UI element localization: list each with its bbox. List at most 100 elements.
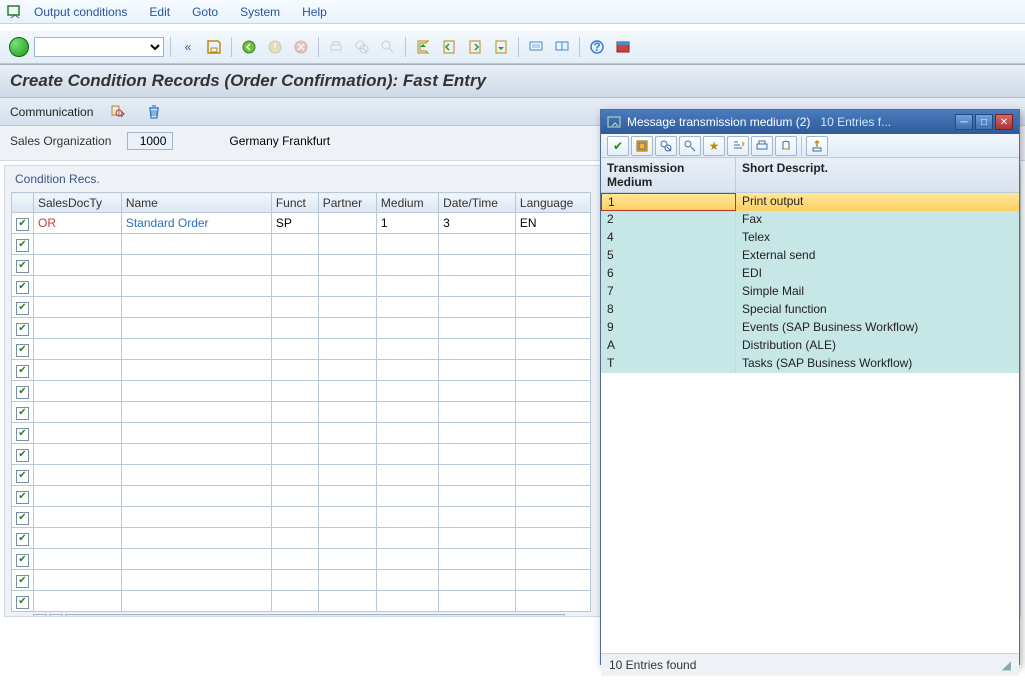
- cell-name[interactable]: Standard Order: [121, 213, 271, 234]
- prev-page-icon[interactable]: [438, 36, 460, 58]
- okcode-select[interactable]: [34, 37, 164, 57]
- back-button[interactable]: [238, 36, 260, 58]
- condition-grid[interactable]: SalesDocTy Name Funct Partner Medium Dat…: [11, 192, 591, 612]
- popup-favorite-icon[interactable]: ★: [703, 136, 725, 156]
- menu-edit[interactable]: Edit: [149, 5, 170, 19]
- table-row[interactable]: [12, 423, 591, 444]
- popup-close-button[interactable]: ✕: [995, 114, 1013, 130]
- next-page-icon[interactable]: [464, 36, 486, 58]
- table-row[interactable]: [12, 507, 591, 528]
- last-page-icon[interactable]: [490, 36, 512, 58]
- save-icon[interactable]: [203, 36, 225, 58]
- row-check[interactable]: [12, 297, 34, 318]
- menu-goto[interactable]: Goto: [192, 5, 218, 19]
- detail-icon[interactable]: [107, 101, 129, 123]
- row-check[interactable]: [12, 591, 34, 612]
- table-row[interactable]: ORStandard OrderSP 13EN: [12, 213, 591, 234]
- enter-button[interactable]: [8, 36, 30, 58]
- cell-datetime[interactable]: 3: [439, 213, 516, 234]
- row-check[interactable]: [12, 234, 34, 255]
- col-datetime[interactable]: Date/Time: [439, 193, 516, 213]
- help-icon[interactable]: ?: [586, 36, 608, 58]
- popup-find-icon[interactable]: [655, 136, 677, 156]
- cell-medium[interactable]: 1: [376, 213, 438, 234]
- create-shortcut-icon[interactable]: [551, 36, 573, 58]
- popup-row[interactable]: 6EDI: [601, 265, 1019, 283]
- table-row[interactable]: [12, 465, 591, 486]
- popup-row[interactable]: 1Print output: [601, 193, 1019, 211]
- popup-find-next-icon[interactable]: [679, 136, 701, 156]
- popup-row[interactable]: 8Special function: [601, 301, 1019, 319]
- popup-row[interactable]: 7Simple Mail: [601, 283, 1019, 301]
- row-check[interactable]: [12, 465, 34, 486]
- row-check[interactable]: [12, 276, 34, 297]
- row-check[interactable]: [12, 318, 34, 339]
- table-row[interactable]: [12, 339, 591, 360]
- row-check[interactable]: [12, 528, 34, 549]
- table-row[interactable]: [12, 360, 591, 381]
- popup-title-bar[interactable]: Message transmission medium (2) 10 Entri…: [601, 110, 1019, 134]
- table-row[interactable]: [12, 486, 591, 507]
- popup-row[interactable]: 9Events (SAP Business Workflow): [601, 319, 1019, 337]
- popup-print-icon[interactable]: [751, 136, 773, 156]
- row-check[interactable]: [12, 360, 34, 381]
- col-medium[interactable]: Medium: [376, 193, 438, 213]
- row-check[interactable]: [12, 255, 34, 276]
- popup-export-icon[interactable]: [775, 136, 797, 156]
- back-icon[interactable]: «: [177, 36, 199, 58]
- communication-button[interactable]: Communication: [10, 105, 93, 119]
- table-row[interactable]: [12, 528, 591, 549]
- table-row[interactable]: [12, 297, 591, 318]
- popup-row[interactable]: ADistribution (ALE): [601, 337, 1019, 355]
- popup-accept-icon[interactable]: ✔: [607, 136, 629, 156]
- delete-icon[interactable]: [143, 101, 165, 123]
- table-row[interactable]: [12, 234, 591, 255]
- table-row[interactable]: [12, 549, 591, 570]
- popup-col-medium[interactable]: Transmission Medium: [601, 158, 736, 192]
- row-check[interactable]: [12, 402, 34, 423]
- table-row[interactable]: [12, 318, 591, 339]
- menu-system[interactable]: System: [240, 5, 280, 19]
- row-check[interactable]: [12, 444, 34, 465]
- col-funct[interactable]: Funct: [271, 193, 318, 213]
- cell-partner[interactable]: [318, 213, 376, 234]
- sales-org-value[interactable]: 1000: [127, 132, 173, 150]
- popup-col-desc[interactable]: Short Descript.: [736, 158, 1019, 192]
- row-check[interactable]: [12, 423, 34, 444]
- popup-row[interactable]: 5External send: [601, 247, 1019, 265]
- popup-personal-icon[interactable]: [806, 136, 828, 156]
- popup-row[interactable]: TTasks (SAP Business Workflow): [601, 355, 1019, 373]
- col-name[interactable]: Name: [121, 193, 271, 213]
- row-check[interactable]: [12, 213, 34, 234]
- table-row[interactable]: [12, 255, 591, 276]
- popup-row[interactable]: 2Fax: [601, 211, 1019, 229]
- table-row[interactable]: [12, 591, 591, 612]
- scroll-track[interactable]: [65, 614, 565, 617]
- menu-output-conditions[interactable]: Output conditions: [34, 5, 127, 19]
- cell-language[interactable]: EN: [515, 213, 590, 234]
- first-page-icon[interactable]: [412, 36, 434, 58]
- layout-icon[interactable]: [612, 36, 634, 58]
- scroll-right-icon[interactable]: ►: [49, 614, 63, 617]
- col-language[interactable]: Language: [515, 193, 590, 213]
- table-row[interactable]: [12, 402, 591, 423]
- row-check[interactable]: [12, 486, 34, 507]
- menu-help[interactable]: Help: [302, 5, 327, 19]
- scroll-left-icon[interactable]: ◄: [33, 614, 47, 617]
- popup-resize-grip[interactable]: ◢: [1002, 658, 1011, 672]
- row-check[interactable]: [12, 507, 34, 528]
- row-check[interactable]: [12, 339, 34, 360]
- row-check[interactable]: [12, 381, 34, 402]
- cell-salesdocty[interactable]: OR: [34, 213, 122, 234]
- menu-dropdown-icon[interactable]: [6, 3, 24, 21]
- table-row[interactable]: [12, 570, 591, 591]
- popup-sort-icon[interactable]: [727, 136, 749, 156]
- new-session-icon[interactable]: [525, 36, 547, 58]
- grid-select-header[interactable]: [12, 193, 34, 213]
- table-row[interactable]: [12, 276, 591, 297]
- row-check[interactable]: [12, 549, 34, 570]
- cell-funct[interactable]: SP: [271, 213, 318, 234]
- popup-row[interactable]: 4Telex: [601, 229, 1019, 247]
- col-salesdocty[interactable]: SalesDocTy: [34, 193, 122, 213]
- col-partner[interactable]: Partner: [318, 193, 376, 213]
